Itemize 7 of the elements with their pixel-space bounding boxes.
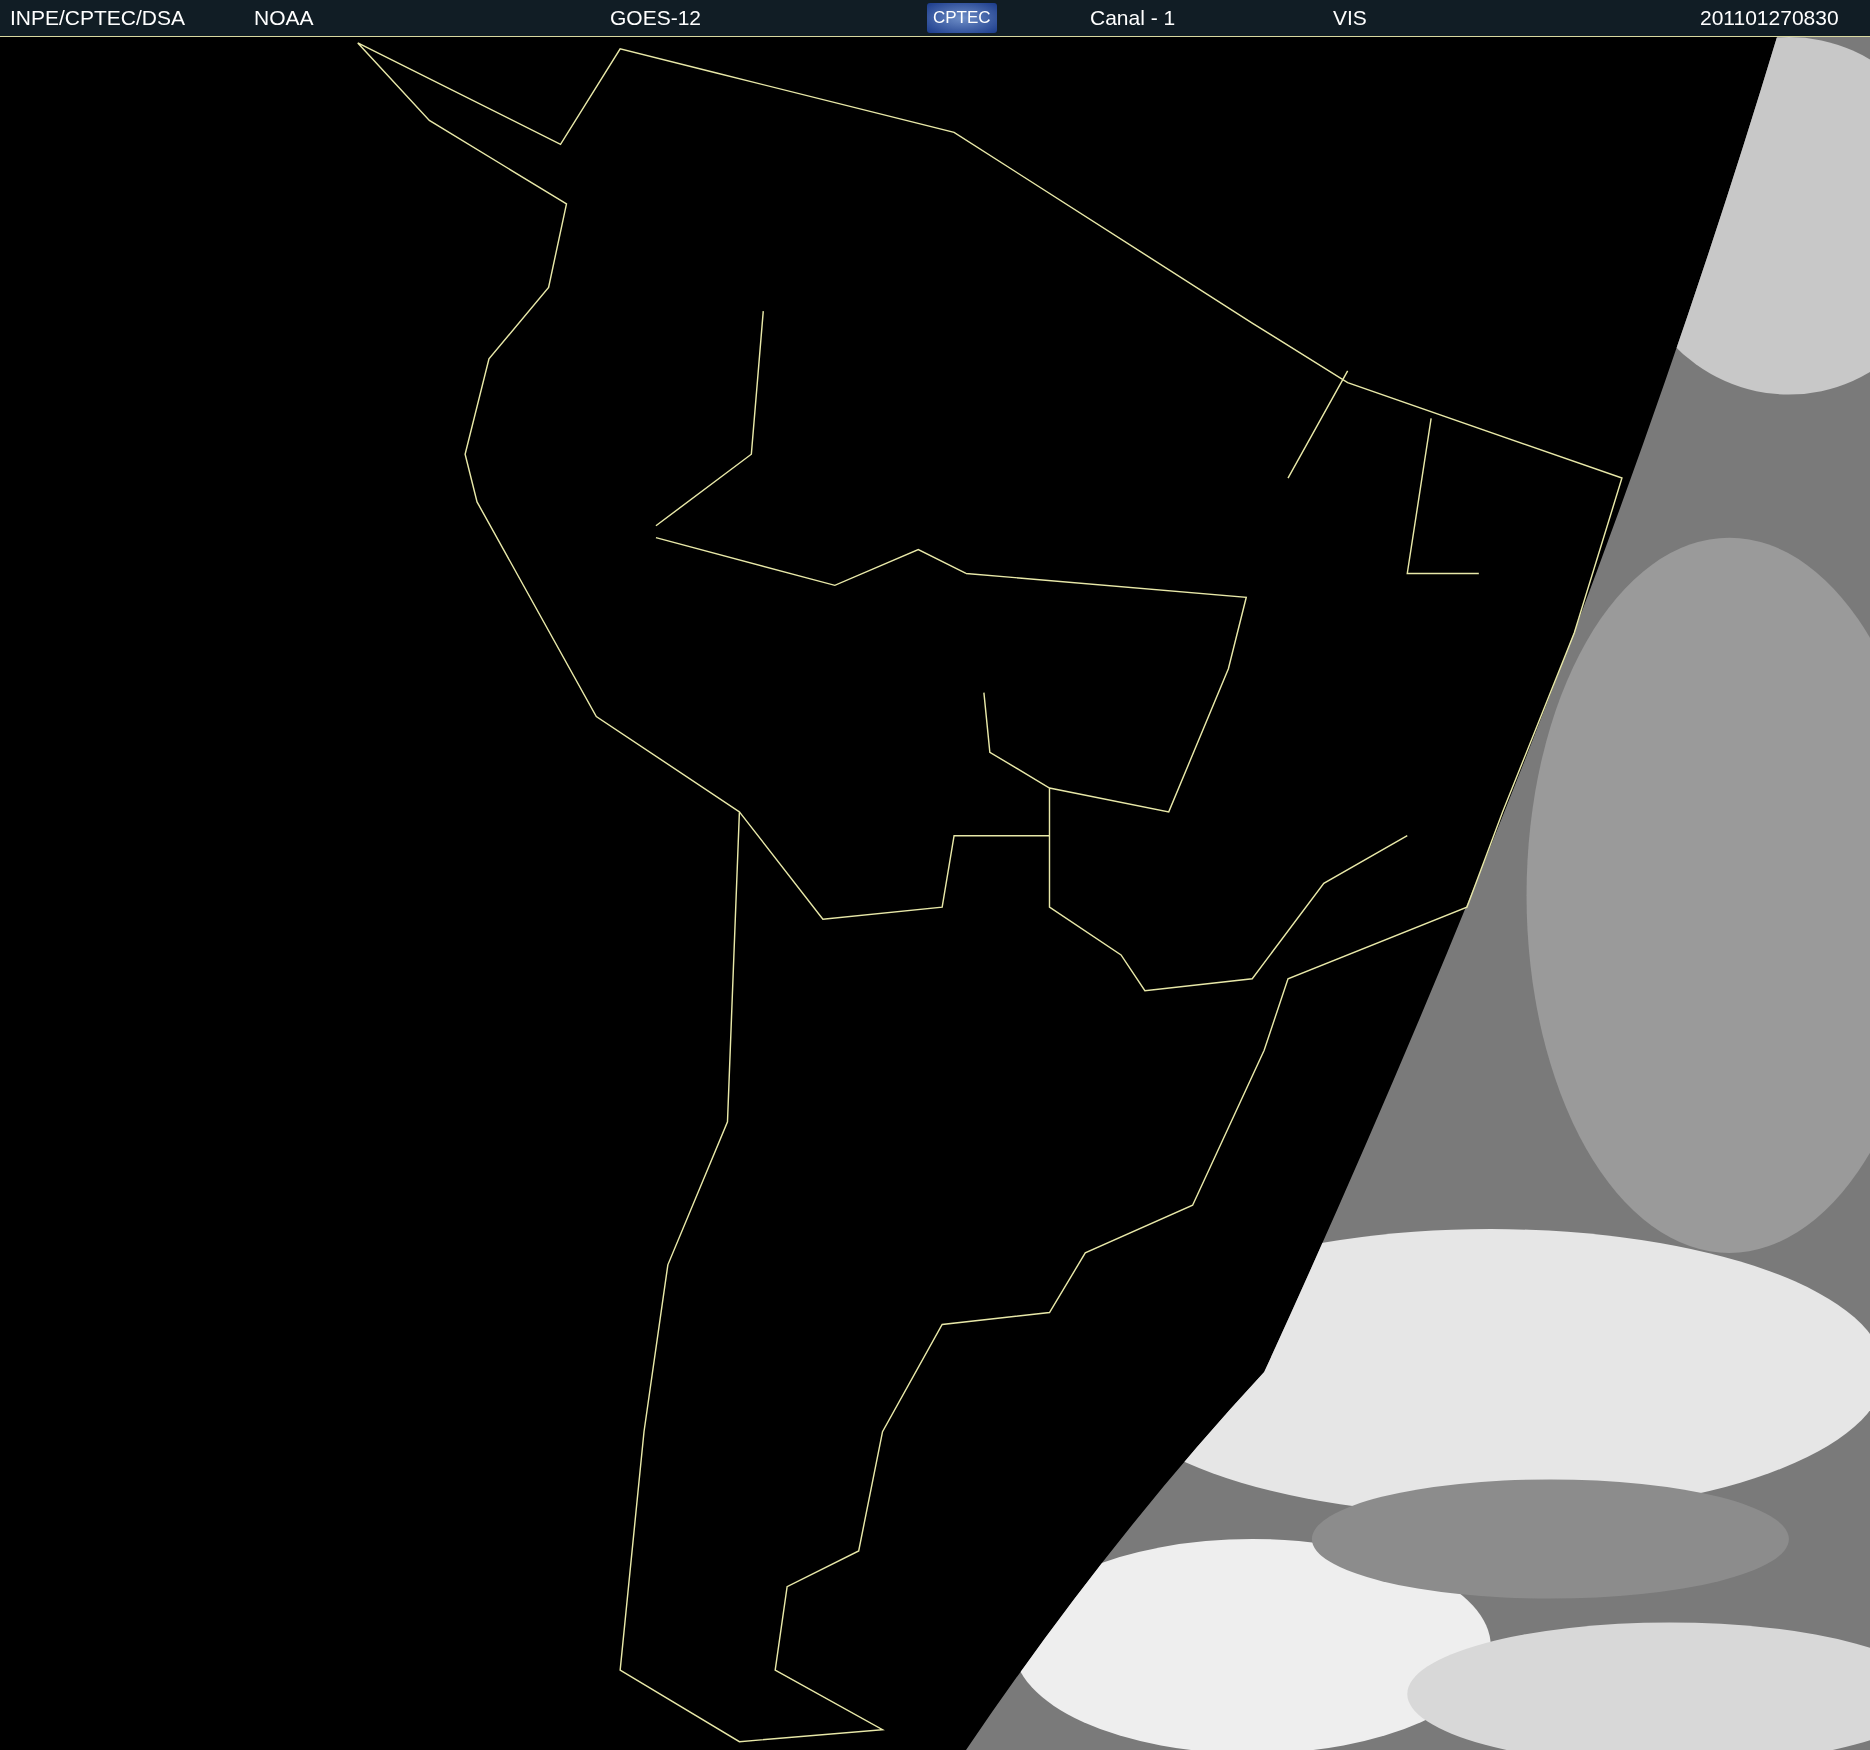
satellite-label: GOES-12 bbox=[610, 6, 702, 30]
source-label: INPE/CPTEC/DSA bbox=[10, 6, 186, 30]
channel-label: Canal - 1 bbox=[1090, 6, 1176, 30]
agency-label: NOAA bbox=[254, 6, 314, 30]
logo: CPTEC bbox=[927, 3, 997, 33]
band-label: VIS bbox=[1333, 6, 1367, 30]
timestamp-label: 201101270830 bbox=[1700, 6, 1839, 30]
